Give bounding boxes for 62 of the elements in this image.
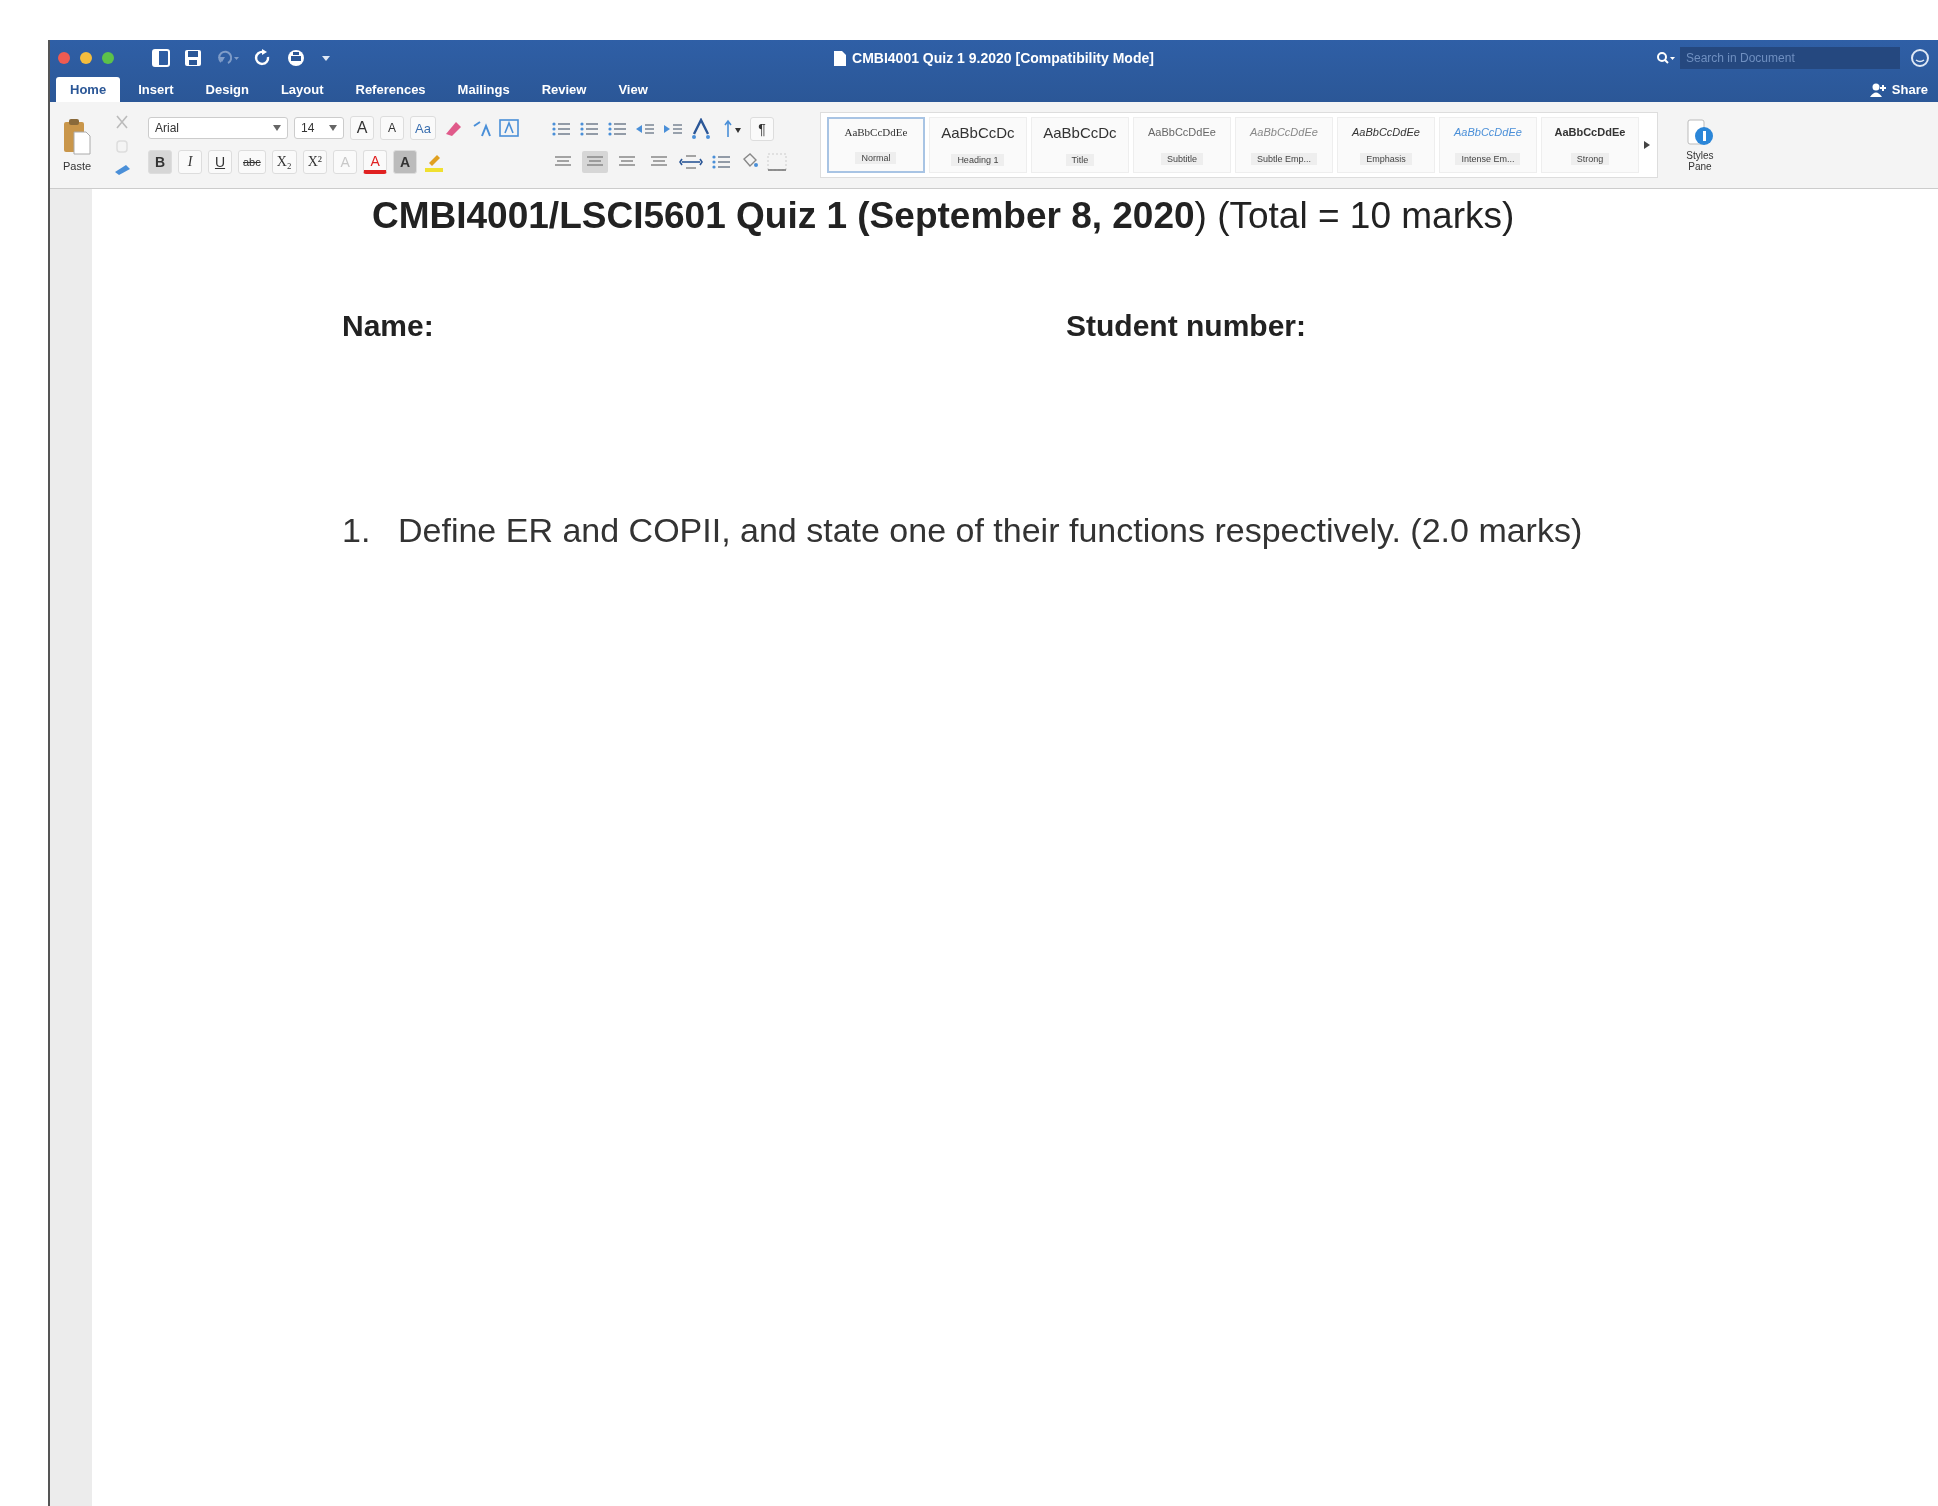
ribbon-tab[interactable]: Layout (266, 77, 338, 102)
redo-icon[interactable] (254, 49, 272, 67)
show-formatting-button[interactable]: ¶ (749, 117, 774, 141)
save-icon[interactable] (184, 49, 202, 67)
paste-button[interactable]: Paste (56, 117, 98, 173)
style-option[interactable]: AaBbCcDdEe Subtle Emp... (1234, 117, 1333, 173)
search-field[interactable]: Search in Document (1680, 47, 1900, 69)
document-title: CMBI4001/LSCI5601 Quiz 1 (September 8, 2020) (Total = 10 marks) (372, 195, 1516, 237)
printer-icon[interactable] (286, 49, 306, 67)
undo-icon[interactable] (216, 50, 240, 66)
more-styles-arrow-icon[interactable] (1642, 140, 1651, 150)
search-icon (1656, 51, 1676, 65)
add-person-icon (1869, 82, 1888, 97)
style-option[interactable]: AaBbCcDdEe Normal (826, 117, 925, 173)
style-option[interactable]: AaBbCcDdEe Emphasis (1336, 117, 1435, 173)
ribbon-tab[interactable]: Home (56, 77, 121, 102)
question-text: Define ER and COPII, and state one of their functions respectively. (2.0 marks) (398, 511, 1583, 550)
format-button[interactable]: X² (302, 150, 328, 174)
field-label: Name: (342, 309, 435, 343)
character-border-icon[interactable] (497, 118, 520, 138)
caret-icon (329, 125, 337, 131)
scissors-icon[interactable] (114, 114, 130, 130)
close-button[interactable] (58, 52, 70, 64)
styles-pane-button[interactable]: Styles Pane (1673, 117, 1726, 173)
ribbon-tab[interactable]: Insert (124, 77, 188, 102)
font-tool-button[interactable]: A (380, 116, 404, 140)
ribbon-tab[interactable]: References (341, 77, 440, 102)
minimize-button[interactable] (80, 52, 92, 64)
field-label: Student number: (1066, 309, 1306, 343)
style-option[interactable]: AaBbCcDdEe Strong (1540, 117, 1639, 173)
question-number: 1. (342, 511, 372, 550)
share-button[interactable]: Share (1869, 82, 1928, 97)
font-field[interactable]: Arial (148, 117, 288, 139)
caret-icon (273, 125, 281, 131)
sort-icon[interactable] (721, 118, 744, 140)
styles-pane-icon (1685, 118, 1714, 148)
font-tool-button[interactable]: A (350, 116, 374, 140)
ribbon-tab[interactable]: Mailings (443, 77, 524, 102)
font-tool-button[interactable]: Aa (410, 116, 436, 140)
style-option[interactable]: AaBbCcDdEe Subtitle (1132, 117, 1231, 173)
window-title: CMBI4001 Quiz 1 9.2020 [Compatibility Mode] (852, 50, 1154, 66)
font-style-button[interactable]: A (393, 150, 418, 174)
style-option[interactable]: AaBbCcDc Heading 1 (928, 117, 1027, 173)
format-button[interactable]: B (148, 150, 172, 174)
zoom-button[interactable] (102, 52, 114, 64)
format-button[interactable]: X₂ (271, 150, 297, 174)
sidebar-icon[interactable] (152, 49, 170, 67)
ribbon-tab[interactable]: Design (191, 77, 263, 102)
clipboard-icon (62, 118, 92, 156)
font-size-field[interactable]: 14 (294, 117, 344, 139)
style-option[interactable]: AaBbCcDc Title (1030, 117, 1129, 173)
format-painter-icon[interactable] (114, 162, 132, 176)
document-icon (834, 50, 847, 66)
smiley-icon[interactable] (1910, 48, 1930, 68)
ribbon-tab[interactable]: View (604, 77, 662, 102)
format-button[interactable]: U (208, 150, 232, 174)
format-button[interactable]: abc (238, 150, 266, 174)
style-option[interactable]: AaBbCcDdEe Intense Em... (1438, 117, 1537, 173)
format-button[interactable]: I (178, 150, 202, 174)
ribbon-tab[interactable]: Review (527, 77, 601, 102)
align-button[interactable] (581, 151, 608, 173)
font-style-button[interactable]: A (363, 150, 388, 174)
